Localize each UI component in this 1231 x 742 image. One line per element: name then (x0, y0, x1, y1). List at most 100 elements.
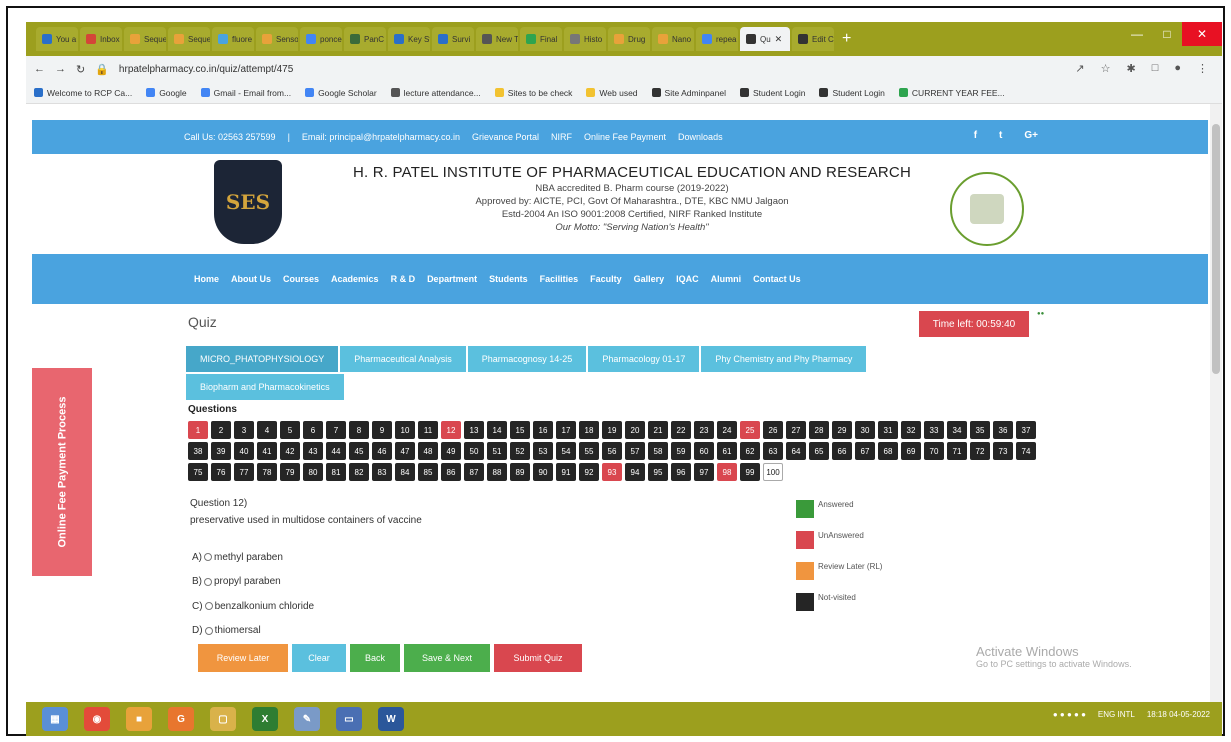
review-later-button[interactable]: Review Later (198, 644, 288, 672)
question-number-button[interactable]: 95 (648, 463, 668, 481)
bookmark-item[interactable]: Google (146, 88, 187, 98)
question-number-button[interactable]: 36 (993, 421, 1013, 439)
question-number-button[interactable]: 97 (694, 463, 714, 481)
question-number-button[interactable]: 3 (234, 421, 254, 439)
subject-tab[interactable]: Phy Chemistry and Phy Pharmacy (701, 346, 867, 372)
browser-tab[interactable]: Nano (652, 27, 694, 51)
question-number-button[interactable]: 10 (395, 421, 415, 439)
browser-tab[interactable]: Survi (432, 27, 474, 51)
question-number-button[interactable]: 56 (602, 442, 622, 460)
option-radio[interactable] (204, 626, 213, 635)
question-number-button[interactable]: 99 (740, 463, 760, 481)
question-number-button[interactable]: 93 (602, 463, 622, 481)
question-number-button[interactable]: 4 (257, 421, 277, 439)
question-number-button[interactable]: 83 (372, 463, 392, 481)
bookmark-item[interactable]: lecture attendance... (390, 88, 481, 98)
question-number-button[interactable]: 12 (441, 421, 461, 439)
question-number-button[interactable]: 46 (372, 442, 392, 460)
question-number-button[interactable]: 2 (211, 421, 231, 439)
question-number-button[interactable]: 69 (901, 442, 921, 460)
question-number-button[interactable]: 34 (947, 421, 967, 439)
ses-logo[interactable]: SES (214, 160, 282, 244)
start-button-icon[interactable]: ▦ (42, 707, 68, 731)
close-window-icon[interactable]: ✕ (1182, 22, 1222, 46)
subject-tab[interactable]: Pharmacognosy 14-25 (467, 346, 587, 372)
question-number-button[interactable]: 23 (694, 421, 714, 439)
question-number-button[interactable]: 28 (809, 421, 829, 439)
question-number-button[interactable]: 6 (303, 421, 323, 439)
question-number-button[interactable]: 68 (878, 442, 898, 460)
question-number-button[interactable]: 75 (188, 463, 208, 481)
question-number-button[interactable]: 35 (970, 421, 990, 439)
fee-link[interactable]: Online Fee Payment (584, 132, 666, 142)
answer-option[interactable]: A) methyl paraben (192, 545, 314, 570)
nav-item[interactable]: Contact Us (753, 274, 801, 284)
question-number-button[interactable]: 91 (556, 463, 576, 481)
question-number-button[interactable]: 7 (326, 421, 346, 439)
submit-quiz-button[interactable]: Submit Quiz (494, 644, 582, 672)
question-number-button[interactable]: 17 (556, 421, 576, 439)
question-number-button[interactable]: 80 (303, 463, 323, 481)
browser-tab[interactable]: Sensor (256, 27, 298, 51)
question-number-button[interactable]: 41 (257, 442, 277, 460)
question-number-button[interactable]: 37 (1016, 421, 1036, 439)
browser-tab[interactable]: Edit C (792, 27, 834, 51)
social-icon[interactable]: G+ (1024, 130, 1038, 141)
browser-tab[interactable]: You a (36, 27, 78, 51)
page-scrollbar[interactable] (1210, 104, 1222, 702)
browser-tab[interactable]: ponce (300, 27, 342, 51)
bookmark-item[interactable]: Sites to be check (494, 88, 572, 98)
new-tab-button[interactable]: + (842, 30, 851, 48)
question-number-button[interactable]: 47 (395, 442, 415, 460)
question-number-button[interactable]: 26 (763, 421, 783, 439)
folder-icon[interactable]: ▢ (210, 707, 236, 731)
question-number-button[interactable]: 87 (464, 463, 484, 481)
question-number-button[interactable]: 15 (510, 421, 530, 439)
social-icon[interactable]: t (999, 130, 1002, 141)
question-number-button[interactable]: 76 (211, 463, 231, 481)
bookmark-item[interactable]: Site Adminpanel (651, 88, 726, 98)
question-number-button[interactable]: 54 (556, 442, 576, 460)
question-number-button[interactable]: 85 (418, 463, 438, 481)
question-number-button[interactable]: 51 (487, 442, 507, 460)
question-number-button[interactable]: 72 (970, 442, 990, 460)
profile-avatar[interactable]: ● (1174, 62, 1181, 75)
browser-tab[interactable]: Seque (168, 27, 210, 51)
bookmark-item[interactable]: Student Login (819, 88, 885, 98)
nav-item[interactable]: Faculty (590, 274, 622, 284)
back-button[interactable]: Back (350, 644, 400, 672)
nav-item[interactable]: Courses (283, 274, 319, 284)
question-number-button[interactable]: 43 (303, 442, 323, 460)
browser-tab[interactable]: PanC (344, 27, 386, 51)
question-number-button[interactable]: 67 (855, 442, 875, 460)
question-number-button[interactable]: 57 (625, 442, 645, 460)
clear-button[interactable]: Clear (292, 644, 346, 672)
subject-tab[interactable]: Biopharm and Pharmacokinetics (186, 374, 344, 400)
question-number-button[interactable]: 50 (464, 442, 484, 460)
question-number-button[interactable]: 9 (372, 421, 392, 439)
question-number-button[interactable]: 66 (832, 442, 852, 460)
extensions-icon[interactable]: ✱ (1126, 62, 1135, 75)
back-arrow-icon[interactable]: ← (34, 63, 45, 75)
option-radio[interactable] (204, 553, 212, 562)
nav-item[interactable]: Home (194, 274, 219, 284)
browser-tab[interactable]: Qu ✕ (740, 27, 790, 51)
question-number-button[interactable]: 79 (280, 463, 300, 481)
subject-tab[interactable]: MICRO_PHATOPHYSIOLOGY (186, 346, 339, 372)
paint-icon[interactable]: ✎ (294, 707, 320, 731)
question-number-button[interactable]: 77 (234, 463, 254, 481)
tray-icons[interactable]: ● ● ● ● ● (1053, 710, 1086, 719)
app-icon[interactable]: G (168, 707, 194, 731)
bookmark-item[interactable]: CURRENT YEAR FEE... (898, 88, 1005, 98)
nav-item[interactable]: Students (489, 274, 528, 284)
email-link[interactable]: Email: principal@hrpatelpharmacy.co.in (302, 132, 460, 142)
question-number-button[interactable]: 84 (395, 463, 415, 481)
browser-tab[interactable]: Inbox (80, 27, 122, 51)
question-number-button[interactable]: 8 (349, 421, 369, 439)
question-number-button[interactable]: 61 (717, 442, 737, 460)
nav-item[interactable]: R & D (391, 274, 416, 284)
question-number-button[interactable]: 64 (786, 442, 806, 460)
question-number-button[interactable]: 32 (901, 421, 921, 439)
question-number-button[interactable]: 40 (234, 442, 254, 460)
excel-icon[interactable]: X (252, 707, 278, 731)
